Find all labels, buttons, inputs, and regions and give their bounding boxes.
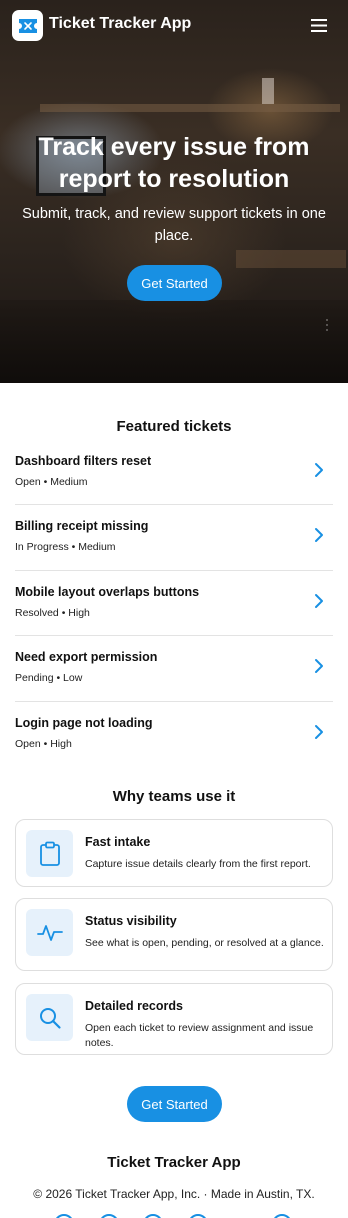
chevron-right-icon <box>315 463 323 477</box>
social-link-icon[interactable] <box>143 1214 163 1218</box>
social-link-icon[interactable] <box>99 1214 119 1218</box>
ticket-name: Mobile layout overlaps buttons <box>15 584 200 599</box>
chevron-right-icon <box>315 528 323 543</box>
feature-title: Fast intake <box>85 835 151 849</box>
hero-title: Track every issue from report to resolut… <box>38 133 310 193</box>
social-link-icon[interactable] <box>188 1214 208 1218</box>
activity-icon <box>36 924 63 941</box>
feature-icon-box <box>26 909 73 956</box>
hero-background-desk <box>0 300 348 383</box>
app-logo[interactable] <box>12 10 43 41</box>
ticket-row[interactable]: Need export permission Pending • Low <box>15 636 333 702</box>
feature-description: Capture issue details clearly from the f… <box>85 858 311 870</box>
featured-tickets-title: Featured tickets <box>116 418 232 435</box>
ticket-row[interactable]: Login page not loading Open • High <box>15 702 333 767</box>
chevron-right-icon <box>315 593 323 608</box>
hero-subtitle: Submit, track, and review support ticket… <box>22 206 326 244</box>
hero-background-shelf <box>40 104 340 112</box>
clipboard-icon <box>39 841 60 866</box>
chevron-right-icon <box>315 659 323 674</box>
hamburger-menu-icon <box>311 18 327 32</box>
ticket-row[interactable]: Dashboard filters reset Open • Medium <box>15 440 333 506</box>
ticket-status-priority: Open • Medium <box>15 476 88 488</box>
footer-title: Ticket Tracker App <box>107 1154 241 1171</box>
ticket-name: Need export permission <box>15 650 158 665</box>
feature-description: See what is open, pending, or resolved a… <box>85 937 324 949</box>
hero-background-lamp <box>262 78 274 104</box>
feature-icon-box <box>26 994 73 1041</box>
ticket-icon <box>18 18 37 33</box>
search-icon <box>39 1007 61 1029</box>
hero-section: Ticket Tracker App Track every issue fro… <box>0 0 348 383</box>
ticket-row[interactable]: Billing receipt missing In Progress • Me… <box>15 505 333 571</box>
social-link-icon[interactable] <box>272 1214 292 1218</box>
why-teams-title: Why teams use it <box>112 788 236 805</box>
feature-description: Open each ticket to review assignment an… <box>85 1022 314 1049</box>
ticket-name: Billing receipt missing <box>15 519 149 534</box>
social-links <box>0 1214 348 1218</box>
social-link-icon[interactable] <box>54 1214 74 1218</box>
get-started-button[interactable]: Get Started <box>127 1086 222 1122</box>
menu-button[interactable] <box>308 14 330 36</box>
top-nav: Ticket Tracker App <box>0 0 348 52</box>
hero-background-cabinet <box>236 250 346 268</box>
footer-copyright: © 2026 Ticket Tracker App, Inc. · Made i… <box>33 1187 315 1201</box>
ticket-row[interactable]: Mobile layout overlaps buttons Resolved … <box>15 571 333 637</box>
app-title[interactable]: Ticket Tracker App <box>49 15 191 33</box>
feature-card-fast-intake: Fast intake Capture issue details clearl… <box>15 819 333 887</box>
ticket-status-priority: Open • High <box>15 737 72 750</box>
feature-icon-box <box>26 830 73 877</box>
ticket-status-priority: Resolved • High <box>15 606 90 619</box>
more-dots-icon <box>326 319 328 331</box>
ticket-name: Login page not loading <box>15 715 153 730</box>
ticket-status-priority: Pending • Low <box>15 672 83 685</box>
ticket-status-priority: In Progress • Medium <box>15 541 116 554</box>
hero-get-started-button[interactable]: Get Started <box>127 265 222 301</box>
ticket-name: Dashboard filters reset <box>15 454 152 468</box>
feature-card-status-visibility: Status visibility See what is open, pend… <box>15 898 333 971</box>
feature-card-detailed-records: Detailed records Open each ticket to rev… <box>15 983 333 1055</box>
feature-title: Detailed records <box>85 999 183 1013</box>
chevron-right-icon <box>315 724 323 739</box>
feature-title: Status visibility <box>85 914 177 928</box>
ticket-list: Dashboard filters reset Open • Medium Bi… <box>15 440 333 767</box>
